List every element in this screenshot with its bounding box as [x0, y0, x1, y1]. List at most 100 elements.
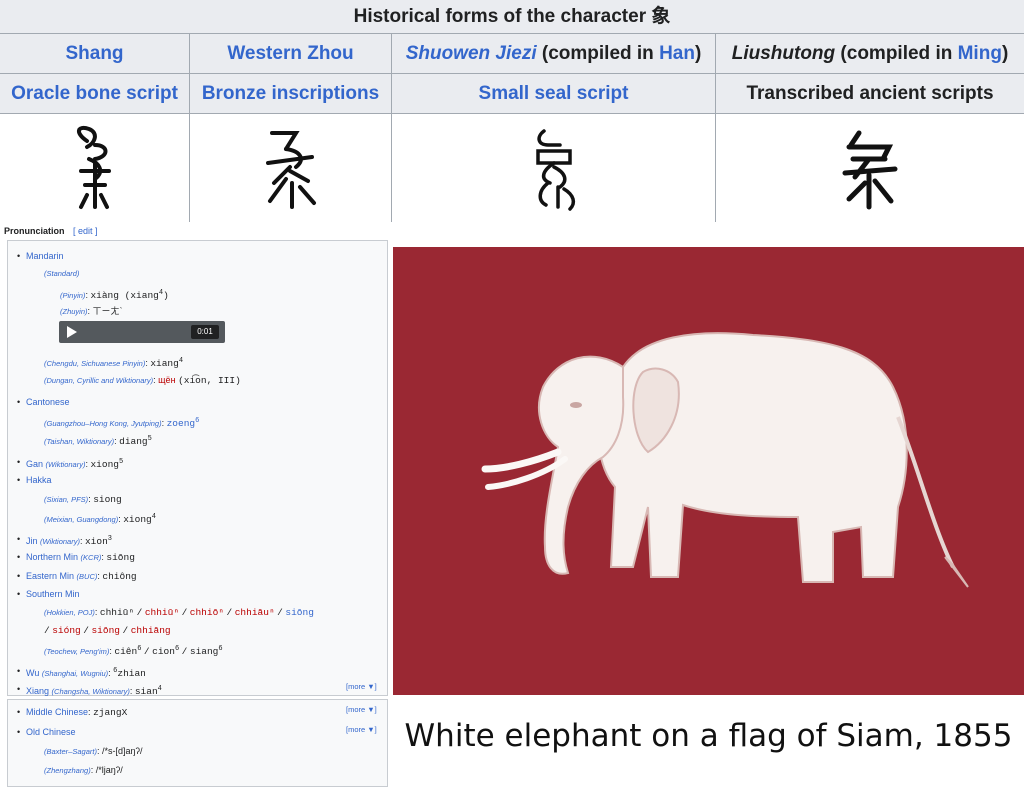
hokkien-row-cont: / sióng / siōng / chhiāng — [44, 625, 171, 636]
script-header-small-seal[interactable]: Small seal script — [392, 74, 716, 114]
hokkien-value-7: siōng — [91, 625, 120, 636]
baxter-label[interactable]: (Baxter–Sagart) — [44, 747, 97, 756]
zhengzhang-label[interactable]: (Zhengzhang) — [44, 766, 91, 775]
period-link[interactable]: Western Zhou — [227, 43, 353, 64]
bronze-glyph-image — [265, 131, 316, 209]
shuowen-link[interactable]: Shuowen Jiezi — [406, 43, 537, 64]
sixian-row: (Sixian, PFS): siong — [44, 494, 122, 505]
small-seal-glyph-image — [535, 129, 575, 211]
zhuyin-label[interactable]: (Zhuyin) — [60, 307, 88, 316]
list-item-hakka[interactable]: Hakka — [17, 474, 51, 486]
liushutong-text: Liushutong — [731, 43, 836, 64]
jyutping-label[interactable]: (Guangzhou–Hong Kong, Jyutping) — [44, 419, 162, 428]
eastern-min-label[interactable]: (BUC) — [77, 572, 98, 581]
compiled-text: (compiled in — [835, 43, 958, 64]
hokkien-label[interactable]: (Hokkien, POJ) — [44, 608, 95, 617]
pinyin-label[interactable]: (Pinyin) — [60, 291, 85, 300]
audio-player[interactable]: 0:01 — [59, 321, 225, 343]
northern-min-link[interactable]: Northern Min — [26, 552, 78, 562]
han-link[interactable]: Han — [659, 43, 695, 64]
period-header-western-zhou[interactable]: Western Zhou — [190, 34, 392, 74]
gan-link[interactable]: Gan — [26, 459, 43, 469]
pronunciation-heading: Pronunciation [ edit ] — [4, 226, 98, 236]
list-item-northern-min: Northern Min (KCR): siōng — [17, 551, 135, 564]
taishan-tone: 5 — [147, 435, 152, 443]
period-header-shuowen: Shuowen Jiezi (compiled in Han) — [392, 34, 716, 74]
dungan-row: (Dungan, Cyrillic and Wiktionary): щён (… — [44, 375, 241, 386]
chengdu-label[interactable]: (Chengdu, Sichuanese Pinyin) — [44, 359, 145, 368]
hokkien-value-5: siōng — [285, 607, 314, 618]
eastern-min-link[interactable]: Eastern Min — [26, 571, 74, 581]
list-item-middle-chinese: Middle Chinese: zjangX — [17, 706, 128, 719]
northern-min-value: siōng — [106, 552, 135, 563]
list-item-cantonese[interactable]: Cantonese — [17, 396, 69, 408]
middle-chinese-value: zjangX — [93, 707, 128, 718]
xiang-label[interactable]: (Changsha, Wiktionary) — [52, 687, 130, 696]
script-header-oracle[interactable]: Oracle bone script — [0, 74, 190, 114]
list-item-eastern-min: Eastern Min (BUC): chiông — [17, 570, 137, 583]
play-icon[interactable] — [67, 326, 77, 338]
teochew-value-1: ciên — [114, 646, 138, 657]
script-header-bronze[interactable]: Bronze inscriptions — [190, 74, 392, 114]
jyutping-value[interactable]: zoeng — [167, 418, 196, 429]
hokkien-value-8: chhiāng — [130, 625, 171, 636]
xiang-link[interactable]: Xiang — [26, 686, 49, 696]
middle-chinese-link[interactable]: Middle Chinese — [26, 707, 88, 717]
jin-label[interactable]: (Wiktionary) — [40, 537, 80, 546]
script-link[interactable]: Bronze inscriptions — [202, 83, 379, 104]
small-seal-glyph — [392, 114, 716, 222]
siam-flag — [393, 247, 1024, 695]
period-header-shang[interactable]: Shang — [0, 34, 190, 74]
script-link[interactable]: Oracle bone script — [11, 83, 178, 104]
standard-label[interactable]: (Standard) — [44, 268, 79, 280]
taishan-label[interactable]: (Taishan, Wiktionary) — [44, 437, 114, 446]
wu-label[interactable]: (Shanghai, Wugniu) — [42, 669, 108, 678]
period-header-liushutong: Liushutong (compiled in Ming) — [716, 34, 1024, 74]
jin-link[interactable]: Jin — [26, 536, 38, 546]
dungan-label[interactable]: (Dungan, Cyrillic and Wiktionary) — [44, 376, 153, 385]
hokkien-value-1: chhiūⁿ — [99, 607, 135, 618]
gan-value: xiong — [90, 459, 119, 470]
script-text: Transcribed ancient scripts — [746, 83, 994, 104]
chengdu-row: (Chengdu, Sichuanese Pinyin): xiang4 — [44, 357, 184, 369]
teochew-value-2: cion — [152, 646, 175, 657]
wu-link[interactable]: Wu — [26, 668, 39, 678]
northern-min-label[interactable]: (KCR) — [81, 553, 102, 562]
xiang-value: sian — [134, 686, 158, 697]
jin-tone: 3 — [107, 535, 112, 543]
more-toggle-button[interactable]: [more ▼] — [346, 705, 1020, 714]
dungan-cyrillic: щён — [158, 375, 176, 385]
wu-value: zhian — [117, 668, 146, 679]
meixian-label[interactable]: (Meixian, Guangdong) — [44, 515, 118, 524]
hokkien-row: (Hokkien, POJ): chhiūⁿ / chhiūⁿ / chhiōⁿ… — [44, 607, 314, 618]
close-paren: ) — [694, 43, 702, 64]
transcribed-glyph — [716, 114, 1024, 222]
jyutping-tone: 6 — [195, 417, 200, 425]
teochew-label[interactable]: (Teochew, Peng'im) — [44, 647, 109, 656]
list-item-old-chinese[interactable]: Old Chinese — [17, 726, 75, 738]
hokkien-value-6: sióng — [52, 625, 81, 636]
ming-link[interactable]: Ming — [958, 43, 1002, 64]
jin-value: xion — [84, 536, 108, 547]
script-link[interactable]: Small seal script — [479, 83, 629, 104]
baxter-value: /*s-[d]aŋʔ/ — [101, 746, 143, 756]
meixian-value: xiong — [123, 514, 152, 525]
list-item-jin: Jin (Wiktionary): xion3 — [17, 533, 112, 548]
gan-label[interactable]: (Wiktionary) — [46, 460, 86, 469]
eastern-min-value: chiông — [102, 571, 137, 582]
hokkien-value-3: chhiōⁿ — [189, 607, 224, 618]
period-link[interactable]: Shang — [65, 43, 123, 64]
list-item-mandarin[interactable]: Mandarin — [17, 250, 63, 262]
sixian-label[interactable]: (Sixian, PFS) — [44, 495, 88, 504]
pinyin-row: (Pinyin): xiàng (xiang4) — [60, 289, 169, 301]
white-elephant-image — [481, 332, 969, 588]
taishan-value: diang — [119, 436, 148, 447]
close-paren: ) — [1001, 43, 1009, 64]
chengdu-value: xiang — [150, 358, 179, 369]
bronze-glyph — [190, 114, 392, 222]
compiled-text: (compiled in — [536, 43, 660, 64]
list-item-southern-min[interactable]: Southern Min — [17, 588, 79, 600]
edit-link[interactable]: [ edit ] — [73, 226, 98, 236]
script-header-transcribed: Transcribed ancient scripts — [716, 74, 1024, 114]
dungan-value: (xi͡on, III) — [178, 375, 241, 386]
